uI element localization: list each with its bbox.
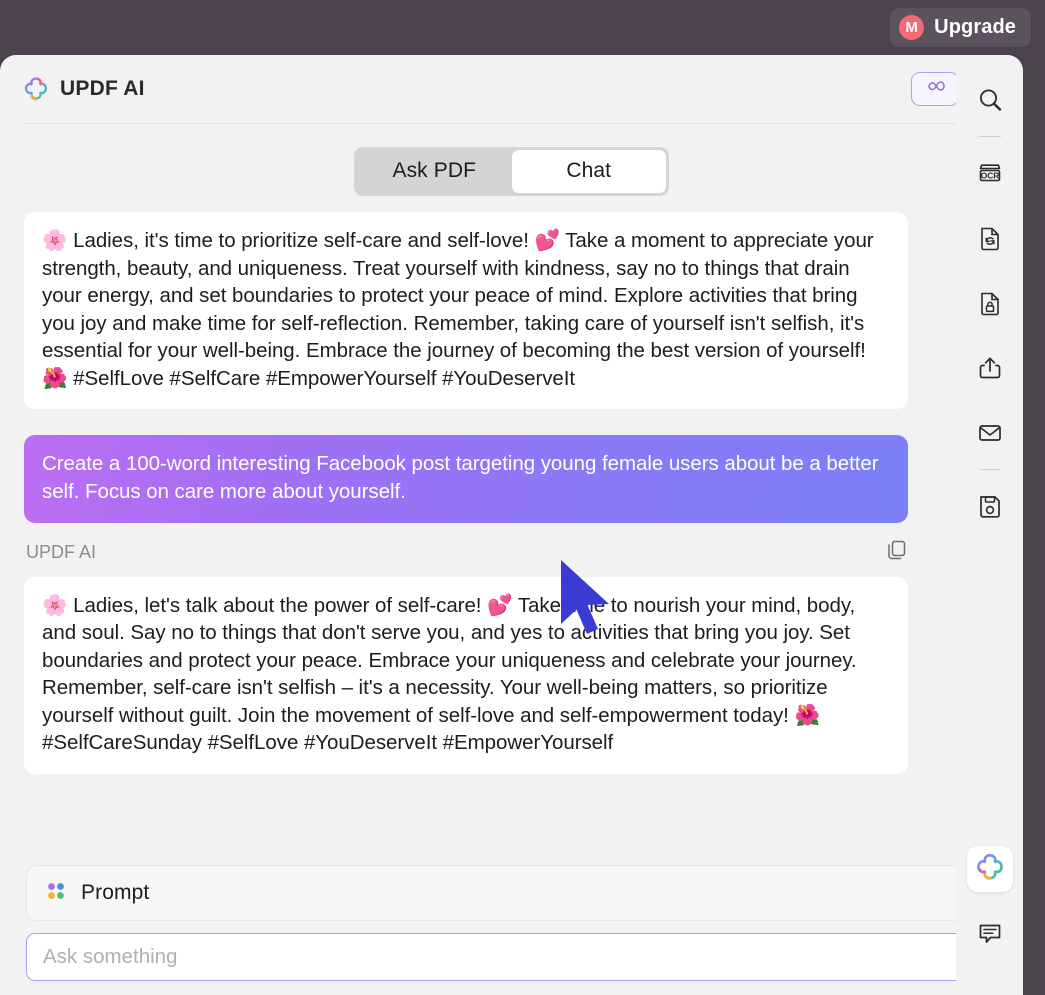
updf-ai-window: M Upgrade UPDF AI Ask PDF Chat 🌸 Ladies,… [0, 0, 1045, 995]
ocr-icon: OCR [976, 159, 1004, 192]
floppy-save-icon [976, 492, 1004, 525]
envelope-icon [976, 419, 1004, 452]
membership-badge: M [899, 15, 925, 40]
updf-flower-logo-icon [22, 75, 50, 103]
svg-text:OCR: OCR [980, 170, 999, 180]
tab-chat[interactable]: Chat [511, 150, 666, 193]
composer-input-row[interactable] [26, 933, 997, 981]
brand: UPDF AI [22, 75, 145, 103]
tab-ask-pdf[interactable]: Ask PDF [357, 150, 512, 193]
composer-section: Prompt [0, 865, 1023, 995]
assistant-message-bubble: 🌸 Ladies, let's talk about the power of … [24, 576, 908, 774]
sidebar-item-save[interactable] [967, 485, 1013, 531]
sidebar-item-email[interactable] [967, 412, 1013, 458]
copy-message-button[interactable] [886, 539, 908, 566]
prompt-label: Prompt [81, 881, 150, 904]
sidebar-item-updf-ai[interactable] [966, 846, 1013, 892]
document-convert-icon [976, 224, 1004, 257]
document-lock-icon [976, 289, 1004, 322]
upgrade-label: Upgrade [934, 16, 1016, 38]
upgrade-button[interactable]: M Upgrade [890, 8, 1031, 47]
ai-panel-header: UPDF AI [0, 55, 1023, 123]
rail-divider [978, 469, 1001, 470]
updf-flower-logo-icon [975, 852, 1005, 887]
unlimited-mode-button[interactable] [911, 72, 959, 106]
assistant-message-meta: UPDF AI [26, 540, 908, 566]
comment-icon [976, 919, 1004, 952]
infinity-icon [922, 80, 948, 99]
mode-tabs-wrapper: Ask PDF Chat [0, 124, 1023, 196]
rail-divider [978, 136, 1001, 137]
sidebar-item-comment[interactable] [967, 912, 1013, 958]
user-message-bubble: Create a 100-word interesting Facebook p… [24, 435, 908, 523]
tools-rail: OCR [956, 55, 1023, 995]
tools-rail-top: OCR [967, 55, 1013, 550]
sidebar-item-ocr[interactable]: OCR [967, 152, 1013, 198]
prompt-selector[interactable]: Prompt [26, 865, 997, 921]
ai-panel: UPDF AI Ask PDF Chat 🌸 Ladies, it's time… [0, 55, 1023, 995]
share-upload-icon [976, 354, 1004, 387]
chat-message-list: 🌸 Ladies, it's time to prioritize self-c… [24, 212, 908, 774]
window-topbar: M Upgrade [0, 0, 1045, 55]
four-dots-icon [45, 880, 67, 907]
assistant-sender-label: UPDF AI [26, 542, 97, 562]
sidebar-item-protect[interactable] [967, 282, 1013, 328]
sidebar-item-share[interactable] [967, 347, 1013, 393]
sidebar-item-convert[interactable] [967, 217, 1013, 263]
search-icon [976, 86, 1004, 119]
mode-tabs: Ask PDF Chat [354, 147, 669, 196]
assistant-message-bubble: 🌸 Ladies, it's time to prioritize self-c… [24, 212, 908, 410]
tools-rail-bottom [966, 846, 1013, 995]
search-input[interactable] [43, 945, 946, 969]
sidebar-item-search[interactable] [967, 79, 1013, 125]
copy-icon [886, 539, 908, 566]
page-title: UPDF AI [60, 77, 145, 100]
chat-scroll-area[interactable]: 🌸 Ladies, it's time to prioritize self-c… [0, 212, 1023, 837]
